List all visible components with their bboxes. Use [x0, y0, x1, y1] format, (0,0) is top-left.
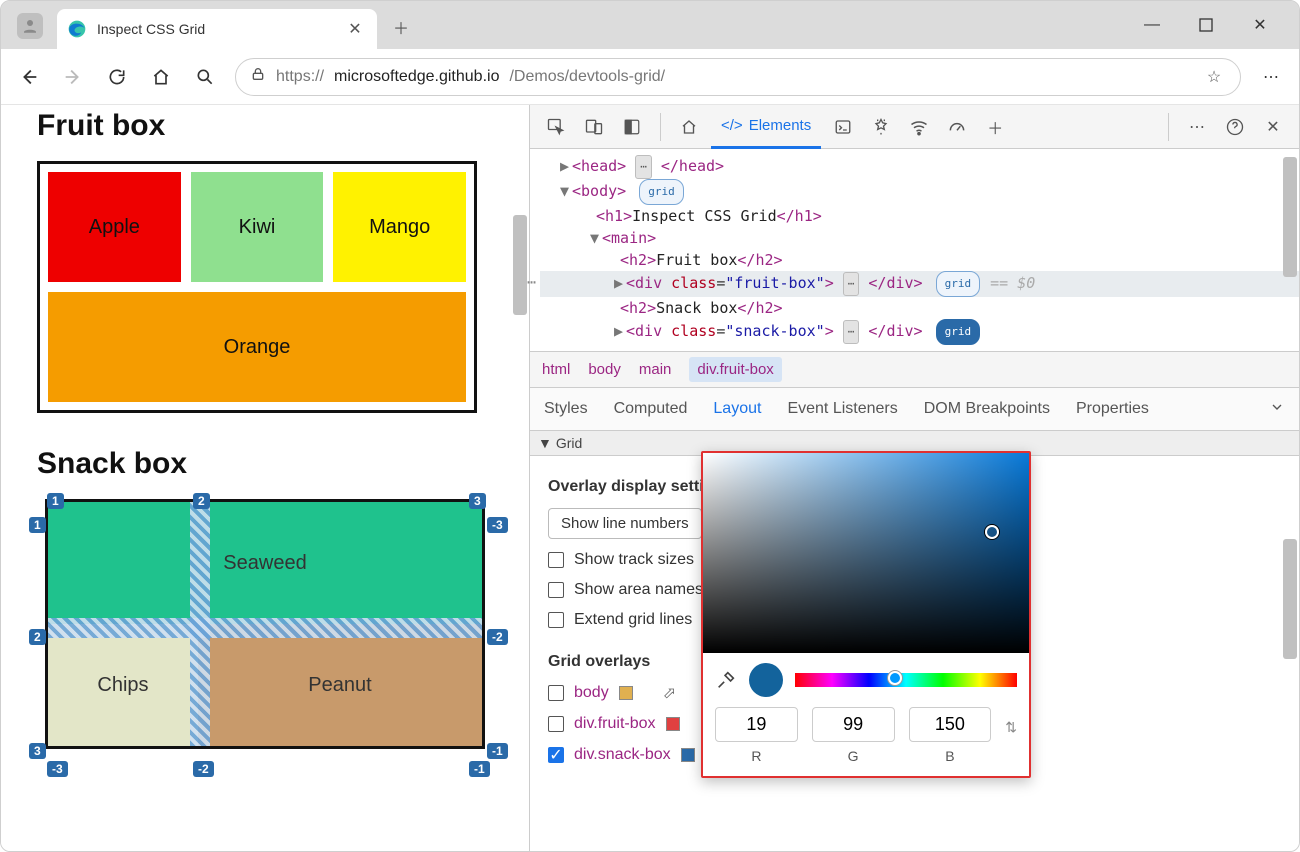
color-swatch[interactable] [666, 717, 680, 731]
browser-tab[interactable]: Inspect CSS Grid ✕ [57, 9, 377, 49]
new-tab-button[interactable]: ＋ [383, 9, 419, 45]
hue-cursor[interactable] [888, 671, 902, 685]
check-track-sizes[interactable] [548, 552, 564, 568]
ptab-properties[interactable]: Properties [1076, 400, 1149, 418]
home-button[interactable] [147, 63, 175, 91]
grid-num: 3 [469, 493, 486, 509]
cell-peanut: Peanut [198, 624, 482, 746]
address-bar[interactable]: https:// microsoftedge.github.io/Demos/de… [235, 58, 1241, 96]
page-content: Fruit box Apple Kiwi Mango Orange Snack … [1, 105, 529, 851]
heading-snack: Snack box [37, 447, 529, 481]
dom-tree[interactable]: ▶<head> ⋯ </head> ▼<body> grid <h1>Inspe… [530, 149, 1299, 351]
favorite-icon[interactable]: ☆ [1202, 65, 1226, 89]
tab-title: Inspect CSS Grid [97, 21, 205, 37]
profile-avatar[interactable] [17, 13, 43, 39]
snack-box-overlay: 1 2 3 1 2 3 -3 -2 -1 -3 -2 -1 Seaweed Ch… [37, 499, 497, 749]
ptab-listeners[interactable]: Event Listeners [787, 400, 897, 418]
forward-button [59, 63, 87, 91]
url-scheme: https:// [276, 68, 324, 86]
grid-num: 1 [29, 517, 46, 533]
grid-num: 2 [29, 629, 46, 645]
color-swatch[interactable] [681, 748, 695, 762]
grid-num: -3 [487, 517, 508, 533]
color-mode-toggle[interactable]: ⇅ [1005, 719, 1017, 752]
color-canvas[interactable] [703, 453, 1029, 653]
color-cursor[interactable] [985, 525, 999, 539]
close-tab-icon[interactable]: ✕ [343, 17, 367, 41]
cell-kiwi: Kiwi [191, 172, 324, 282]
overlay-check-body[interactable] [548, 685, 564, 701]
network-icon[interactable] [903, 111, 935, 143]
eyedropper-icon[interactable] [715, 669, 737, 691]
minimize-icon[interactable]: — [1139, 16, 1165, 34]
ptab-styles[interactable]: Styles [544, 400, 588, 418]
close-devtools-icon[interactable]: ✕ [1257, 111, 1289, 143]
grid-num: -1 [487, 743, 508, 759]
grid-num: -1 [469, 761, 490, 777]
crumb[interactable]: main [639, 361, 672, 378]
overlay-check-snack[interactable]: ✓ [548, 747, 564, 763]
expand-icon[interactable] [1269, 399, 1285, 420]
help-icon[interactable] [1219, 111, 1251, 143]
hue-slider[interactable] [795, 673, 1017, 687]
b-input[interactable] [909, 707, 992, 742]
crumb-selected[interactable]: div.fruit-box [689, 357, 781, 382]
grid-num: -3 [47, 761, 68, 777]
grid-num: 1 [47, 493, 64, 509]
breadcrumb[interactable]: html body main div.fruit-box [530, 351, 1299, 387]
back-button[interactable] [15, 63, 43, 91]
lock-icon [250, 66, 266, 87]
sources-icon[interactable] [865, 111, 897, 143]
ptab-dombreak[interactable]: DOM Breakpoints [924, 400, 1050, 418]
crumb[interactable]: html [542, 361, 570, 378]
grid-num: 2 [193, 493, 210, 509]
search-button[interactable] [191, 63, 219, 91]
maximize-icon[interactable] [1193, 18, 1219, 32]
cell-apple: Apple [48, 172, 181, 282]
check-area-names[interactable] [548, 582, 564, 598]
grid-num: -2 [193, 761, 214, 777]
dock-icon[interactable] [616, 111, 648, 143]
url-path: /Demos/devtools-grid/ [509, 68, 665, 86]
console-icon[interactable] [827, 111, 859, 143]
devtools-scrollbar[interactable] [1283, 157, 1297, 277]
ptab-layout[interactable]: Layout [713, 400, 761, 418]
welcome-tab-icon[interactable] [673, 111, 705, 143]
cell-mango: Mango [333, 172, 466, 282]
close-window-icon[interactable]: ✕ [1247, 15, 1273, 35]
performance-icon[interactable] [941, 111, 973, 143]
overlay-check-fruit[interactable] [548, 716, 564, 732]
r-input[interactable] [715, 707, 798, 742]
heading-fruit: Fruit box [37, 109, 529, 143]
devtools-scrollbar[interactable] [1283, 539, 1297, 659]
code-icon: </> [721, 117, 743, 134]
styles-pane-tabs: Styles Computed Layout Event Listeners D… [530, 387, 1299, 431]
selected-color-swatch [749, 663, 783, 697]
devtools-more-icon[interactable]: ⋯ [1181, 111, 1213, 143]
page-scrollbar[interactable] [513, 215, 527, 315]
browser-more-icon[interactable]: ⋯ [1257, 67, 1285, 87]
cell-chips: Chips [48, 624, 198, 746]
grid-num: 3 [29, 743, 46, 759]
fruit-box-grid: Apple Kiwi Mango Orange [37, 161, 477, 413]
reload-button[interactable] [103, 63, 131, 91]
add-tab-icon[interactable]: ＋ [979, 111, 1011, 143]
tab-elements[interactable]: </> Elements [711, 105, 821, 149]
grid-num: -2 [487, 629, 508, 645]
color-picker: R G B ⇅ [701, 451, 1031, 778]
reveal-icon[interactable]: ⬀ [663, 683, 676, 703]
g-input[interactable] [812, 707, 895, 742]
color-swatch[interactable] [619, 686, 633, 700]
check-extend-lines[interactable] [548, 612, 564, 628]
inspect-element-icon[interactable] [540, 111, 572, 143]
ptab-computed[interactable]: Computed [614, 400, 688, 418]
cell-orange: Orange [48, 292, 466, 402]
crumb[interactable]: body [588, 361, 621, 378]
device-toggle-icon[interactable] [578, 111, 610, 143]
url-host: microsoftedge.github.io [334, 68, 499, 86]
edge-icon [67, 19, 87, 39]
cell-seaweed: Seaweed [48, 502, 482, 624]
line-numbers-select[interactable]: Show line numbers [548, 508, 702, 539]
grid-gap-horizontal [48, 618, 482, 638]
